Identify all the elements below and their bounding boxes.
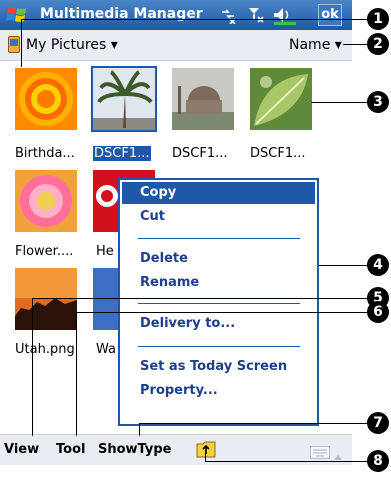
leader-line <box>32 298 33 436</box>
callout-1: 1 <box>367 8 389 30</box>
thumbnail-caption: Birthda... <box>15 146 75 161</box>
thumbnail-palm-tree[interactable] <box>93 68 155 130</box>
sort-dropdown[interactable]: Name ▾ <box>289 37 342 53</box>
thumbnail-caption-selected: DSCF1... <box>93 146 151 161</box>
menu-separator <box>138 238 300 239</box>
callout-3: 3 <box>367 91 389 113</box>
leader-line <box>21 19 369 20</box>
leader-line <box>76 312 77 436</box>
menu-item-copy[interactable]: Copy <box>140 185 176 200</box>
menu-item-rename[interactable]: Rename <box>140 275 199 290</box>
thumbnail-mosque[interactable] <box>172 68 234 130</box>
show-type-menu[interactable]: ShowType <box>98 442 171 457</box>
title-bar: Multimedia Manager ok <box>0 0 352 30</box>
menu-item-set-today-screen[interactable]: Set as Today Screen <box>140 359 287 374</box>
callout-6: 6 <box>367 301 389 323</box>
signal-off-icon[interactable] <box>247 6 265 24</box>
tool-menu[interactable]: Tool <box>56 442 85 457</box>
windows-start-icon[interactable] <box>6 5 28 25</box>
callout-7: 7 <box>367 412 389 434</box>
thumbnail-caption: He <box>96 244 114 259</box>
thumbnail-caption: Wa <box>96 342 116 357</box>
menu-item-delete[interactable]: Delete <box>140 251 188 266</box>
menu-item-cut[interactable]: Cut <box>140 209 165 224</box>
context-menu: Copy Cut Delete Rename Delivery to... Se… <box>118 178 319 426</box>
thumbnail-caption: Flower.... <box>15 244 74 259</box>
thumbnail-caption: Utah.png <box>15 342 75 357</box>
callout-4: 4 <box>367 254 389 276</box>
up-folder-icon[interactable] <box>196 440 216 458</box>
thumbnail-flower[interactable] <box>15 170 77 232</box>
leader-line <box>205 452 206 462</box>
leader-line <box>343 44 370 45</box>
menu-separator <box>138 346 300 347</box>
ok-button[interactable]: ok <box>318 4 342 26</box>
menu-item-property[interactable]: Property... <box>140 383 218 398</box>
pocket-pc-screen: Multimedia Manager ok My Pictures ▾ Name… <box>0 0 352 483</box>
leader-line <box>139 423 369 424</box>
keyboard-icon[interactable] <box>310 444 330 459</box>
callout-8: 8 <box>367 450 389 472</box>
folder-dropdown[interactable]: My Pictures ▾ <box>26 37 118 53</box>
leader-line <box>21 19 22 67</box>
thumbnail-caption: DSCF1... <box>250 146 306 161</box>
thumbnail-leaf[interactable] <box>250 68 312 130</box>
callout-2: 2 <box>367 33 389 55</box>
storage-card-icon <box>8 36 20 53</box>
leader-line <box>319 265 369 266</box>
leader-line <box>311 102 369 103</box>
menu-separator <box>138 303 300 304</box>
view-menu[interactable]: View <box>4 442 39 457</box>
connectivity-icon[interactable] <box>219 6 237 25</box>
folder-toolbar: My Pictures ▾ Name ▾ <box>0 30 352 61</box>
leader-line <box>32 298 369 299</box>
menu-item-delivery[interactable]: Delivery to... <box>140 316 235 331</box>
thumbnail-utah[interactable] <box>15 268 77 330</box>
thumbnail-caption: DSCF1... <box>172 146 228 161</box>
thumbnail-birthday[interactable] <box>15 68 77 130</box>
leader-line <box>139 423 140 436</box>
input-arrow-icon[interactable] <box>333 446 343 460</box>
volume-icon[interactable] <box>272 6 298 25</box>
leader-line <box>76 312 369 313</box>
leader-line <box>205 461 369 462</box>
